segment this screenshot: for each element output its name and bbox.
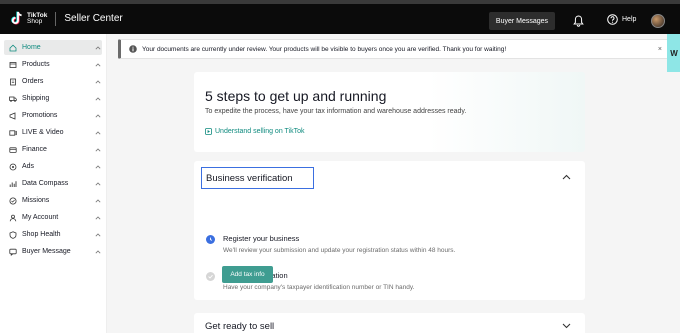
step-desc: We'll review your submission and update …: [223, 247, 456, 254]
user-icon: [9, 214, 17, 222]
help-icon: [607, 14, 618, 25]
chevron-icon[interactable]: [94, 231, 102, 239]
top-bar: TikTok Shop Seller Center Buyer Messages …: [0, 4, 680, 34]
app-title: Seller Center: [64, 13, 123, 24]
chevron-icon[interactable]: [94, 129, 102, 137]
business-verification-title[interactable]: Business verification: [201, 167, 314, 189]
avatar[interactable]: [651, 14, 665, 28]
get-ready-card[interactable]: Get ready to sell: [194, 313, 585, 333]
sidebar-item-shipping[interactable]: Shipping: [4, 91, 102, 106]
logo-divider: [55, 11, 57, 26]
sidebar-item-label: Missions: [22, 197, 50, 204]
chevron-icon[interactable]: [94, 78, 102, 86]
check-icon: [206, 272, 215, 281]
chevron-up-icon[interactable]: [562, 174, 571, 180]
sidebar-item-data-compass[interactable]: Data Compass: [4, 176, 102, 191]
add-tax-info-button[interactable]: Add tax info: [222, 266, 273, 283]
sidebar-item-my-account[interactable]: My Account: [4, 210, 102, 225]
bell-icon[interactable]: [573, 15, 584, 29]
chevron-icon[interactable]: [94, 163, 102, 171]
shield-icon: [9, 230, 17, 239]
truck-icon: [9, 95, 17, 103]
sidebar-item-finance[interactable]: Finance: [4, 142, 102, 157]
sidebar-item-label: Buyer Message: [22, 248, 71, 255]
info-icon: [129, 45, 137, 53]
understand-selling-link[interactable]: Understand selling on TikTok: [205, 128, 305, 135]
chevron-icon[interactable]: [94, 112, 102, 120]
orders-icon: [9, 78, 17, 86]
box-icon: [9, 61, 17, 69]
step-register-business: Register your business We'll review your…: [206, 234, 455, 254]
sidebar-item-promotions[interactable]: Promotions: [4, 108, 102, 123]
buyer-messages-button[interactable]: Buyer Messages: [489, 12, 555, 30]
finance-icon: [9, 146, 17, 154]
chevron-icon[interactable]: [94, 197, 102, 205]
sidebar-item-label: Shop Health: [22, 231, 61, 238]
sidebar-item-shop-health[interactable]: Shop Health: [4, 227, 102, 242]
chevron-icon[interactable]: [94, 146, 102, 154]
notice-text: Your documents are currently under revie…: [142, 45, 507, 53]
sidebar-item-label: Ads: [22, 163, 35, 170]
sidebar-item-orders[interactable]: Orders: [4, 74, 102, 89]
review-notice-banner: Your documents are currently under revie…: [118, 39, 669, 59]
home-icon: [9, 44, 17, 52]
ads-icon: [9, 163, 17, 171]
sidebar-item-ads[interactable]: Ads: [4, 159, 102, 174]
sidebar-item-home[interactable]: Home: [4, 40, 102, 55]
steps-title: 5 steps to get up and running: [205, 88, 387, 104]
sidebar-item-label: Promotions: [22, 112, 58, 119]
chevron-icon[interactable]: [94, 44, 102, 52]
sidebar-item-label: Data Compass: [22, 180, 69, 187]
business-verification-card: Business verification Register your busi…: [194, 161, 585, 300]
get-ready-title: Get ready to sell: [205, 321, 275, 332]
sidebar-item-missions[interactable]: Missions: [4, 193, 102, 208]
chevron-icon[interactable]: [94, 248, 102, 256]
chevron-icon[interactable]: [94, 214, 102, 222]
sidebar-item-label: My Account: [22, 214, 59, 221]
play-icon: [205, 128, 212, 135]
sidebar-item-label: LIVE & Video: [22, 129, 64, 136]
sidebar-item-label: Shipping: [22, 95, 50, 102]
sidebar-item-label: Finance: [22, 146, 47, 153]
sidebar-item-label: Home: [22, 44, 41, 51]
steps-subtitle: To expedite the process, have your tax i…: [205, 108, 467, 115]
sidebar: Home Products Orders Shipping Promotions LIVE…: [0, 34, 107, 333]
chevron-icon[interactable]: [94, 95, 102, 103]
chevron-icon[interactable]: [94, 180, 102, 188]
steps-card: 5 steps to get up and running To expedit…: [194, 72, 585, 152]
chevron-down-icon[interactable]: [562, 323, 571, 329]
step-desc: Have your company's taxpayer identificat…: [223, 284, 415, 291]
sidebar-item-label: Orders: [22, 78, 44, 85]
chart-icon: [9, 180, 17, 188]
promotions-icon: [9, 111, 17, 120]
sidebar-item-label: Products: [22, 61, 50, 68]
tiktok-shop-logo[interactable]: TikTok Shop Seller Center: [10, 11, 123, 26]
sidebar-item-buyer-message[interactable]: Buyer Message: [4, 244, 102, 259]
logo-line-2: Shop: [27, 17, 43, 25]
help-label: Help: [622, 16, 637, 23]
help-button[interactable]: Help: [607, 14, 636, 25]
tiktok-logo-icon: [10, 11, 24, 26]
understand-selling-label: Understand selling on TikTok: [215, 128, 305, 135]
sidebar-item-products[interactable]: Products: [4, 57, 102, 72]
sidebar-item-live-video[interactable]: LIVE & Video: [4, 125, 102, 140]
clock-icon: [206, 235, 215, 244]
chevron-icon[interactable]: [94, 61, 102, 69]
video-icon: [9, 129, 17, 137]
side-feedback-tab[interactable]: W: [667, 34, 680, 72]
step-title: Register your business: [223, 234, 300, 243]
missions-icon: [9, 197, 17, 205]
main-content: Your documents are currently under revie…: [107, 34, 680, 333]
close-icon[interactable]: ×: [658, 46, 662, 53]
message-icon: [9, 248, 17, 256]
